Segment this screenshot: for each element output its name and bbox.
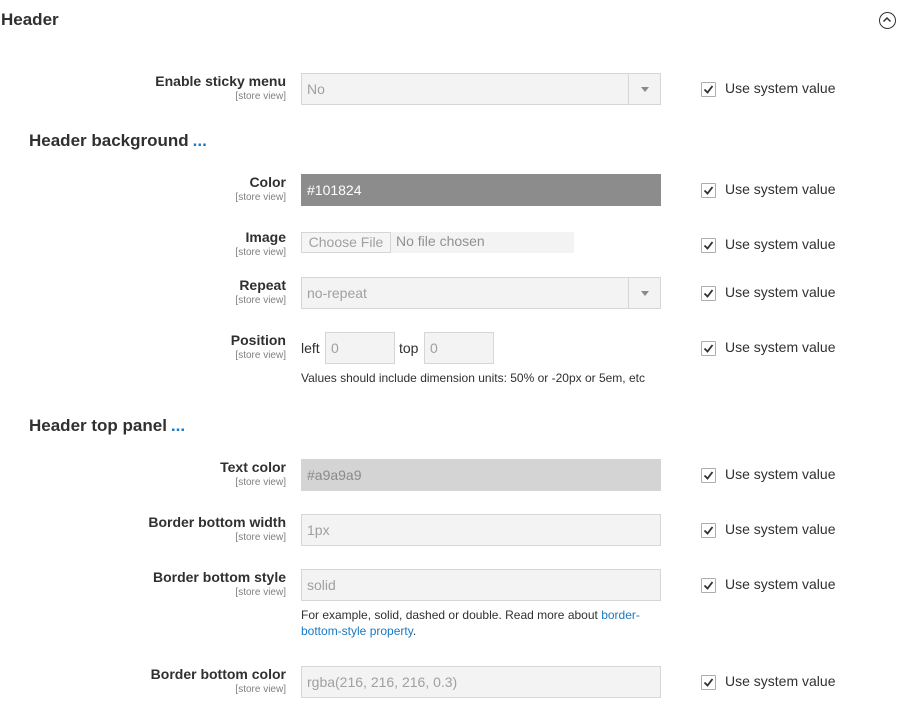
text-color-input[interactable]: #a9a9a9 [301,459,661,491]
scope-note: [store view] [235,684,286,695]
expand-dots[interactable]: ... [193,131,207,150]
sticky-select[interactable]: No [301,73,661,105]
checkmark-icon [703,678,714,687]
bbc-use-system-checkbox[interactable] [701,675,716,690]
text-color-label: Text color [store view] [0,459,286,489]
bbs-note-end: . [412,624,417,638]
sticky-label-text: Enable sticky menu [155,73,286,89]
bbc-label: Border bottom color [store view] [0,666,286,696]
scope-note: [store view] [235,91,286,102]
choose-file-button[interactable]: Choose File [301,232,391,253]
position-left-input[interactable]: 0 [325,332,395,364]
header-background-title[interactable]: Header background... [29,131,207,151]
image-file-input[interactable]: Choose File No file chosen [301,232,574,253]
scope-note: [store view] [235,532,286,543]
bbw-label: Border bottom width [store view] [0,514,286,544]
position-label: Position [store view] [0,332,286,362]
bbw-label-text: Border bottom width [148,514,286,530]
repeat-select[interactable]: no-repeat [301,277,661,309]
sticky-select-value: No [307,81,325,97]
position-top-input[interactable]: 0 [424,332,494,364]
checkmark-icon [703,85,714,94]
repeat-label: Repeat [store view] [0,277,286,307]
scope-note: [store view] [235,350,286,361]
color-label: Color [store view] [0,174,286,204]
color-input[interactable]: #101824 [301,174,661,206]
sticky-use-system-checkbox[interactable] [701,82,716,97]
chevron-down-icon [628,278,660,308]
bbs-label-text: Border bottom style [152,569,286,585]
repeat-use-system-label: Use system value [725,284,836,300]
color-use-system-checkbox[interactable] [701,183,716,198]
bbs-note-text: For example, solid, dashed or double. Re… [301,608,602,622]
header-top-panel-title[interactable]: Header top panel... [29,416,185,436]
checkmark-icon [703,241,714,250]
text-color-use-system-label: Use system value [725,466,836,482]
position-top-word: top [399,340,419,356]
collapse-icon[interactable] [879,12,896,29]
bbs-note: For example, solid, dashed or double. Re… [301,607,666,639]
bbs-input[interactable]: solid [301,569,661,601]
chevron-down-icon [628,74,660,104]
bbw-use-system-label: Use system value [725,521,836,537]
repeat-label-text: Repeat [239,277,286,293]
scope-note: [store view] [235,477,286,488]
image-use-system-label: Use system value [725,236,836,252]
expand-dots[interactable]: ... [171,416,185,435]
image-label: Image [store view] [0,229,286,259]
position-left-word: left [301,340,320,356]
checkmark-icon [703,471,714,480]
bbc-label-text: Border bottom color [150,666,286,682]
text-color-label-text: Text color [220,459,286,475]
checkmark-icon [703,186,714,195]
scope-note: [store view] [235,587,286,598]
repeat-select-value: no-repeat [307,285,367,301]
header-background-title-text: Header background [29,131,189,150]
section-title[interactable]: Header [1,10,59,30]
position-label-text: Position [230,332,286,348]
color-use-system-label: Use system value [725,181,836,197]
checkmark-icon [703,344,714,353]
header-top-panel-title-text: Header top panel [29,416,167,435]
color-label-text: Color [249,174,286,190]
bbs-use-system-checkbox[interactable] [701,578,716,593]
position-note: Values should include dimension units: 5… [301,371,645,385]
scope-note: [store view] [235,192,286,203]
bbs-use-system-label: Use system value [725,576,836,592]
image-use-system-checkbox[interactable] [701,238,716,253]
sticky-label: Enable sticky menu [store view] [0,73,286,103]
file-status-text: No file chosen [396,233,485,249]
bbw-input[interactable]: 1px [301,514,661,546]
image-label-text: Image [245,229,286,245]
bbc-use-system-label: Use system value [725,673,836,689]
bbs-label: Border bottom style [store view] [0,569,286,599]
repeat-use-system-checkbox[interactable] [701,286,716,301]
text-color-use-system-checkbox[interactable] [701,468,716,483]
position-use-system-label: Use system value [725,339,836,355]
checkmark-icon [703,526,714,535]
scope-note: [store view] [235,247,286,258]
bbc-input[interactable]: rgba(216, 216, 216, 0.3) [301,666,661,698]
checkmark-icon [703,581,714,590]
bbw-use-system-checkbox[interactable] [701,523,716,538]
position-use-system-checkbox[interactable] [701,341,716,356]
sticky-use-system-label: Use system value [725,80,836,96]
scope-note: [store view] [235,295,286,306]
checkmark-icon [703,289,714,298]
